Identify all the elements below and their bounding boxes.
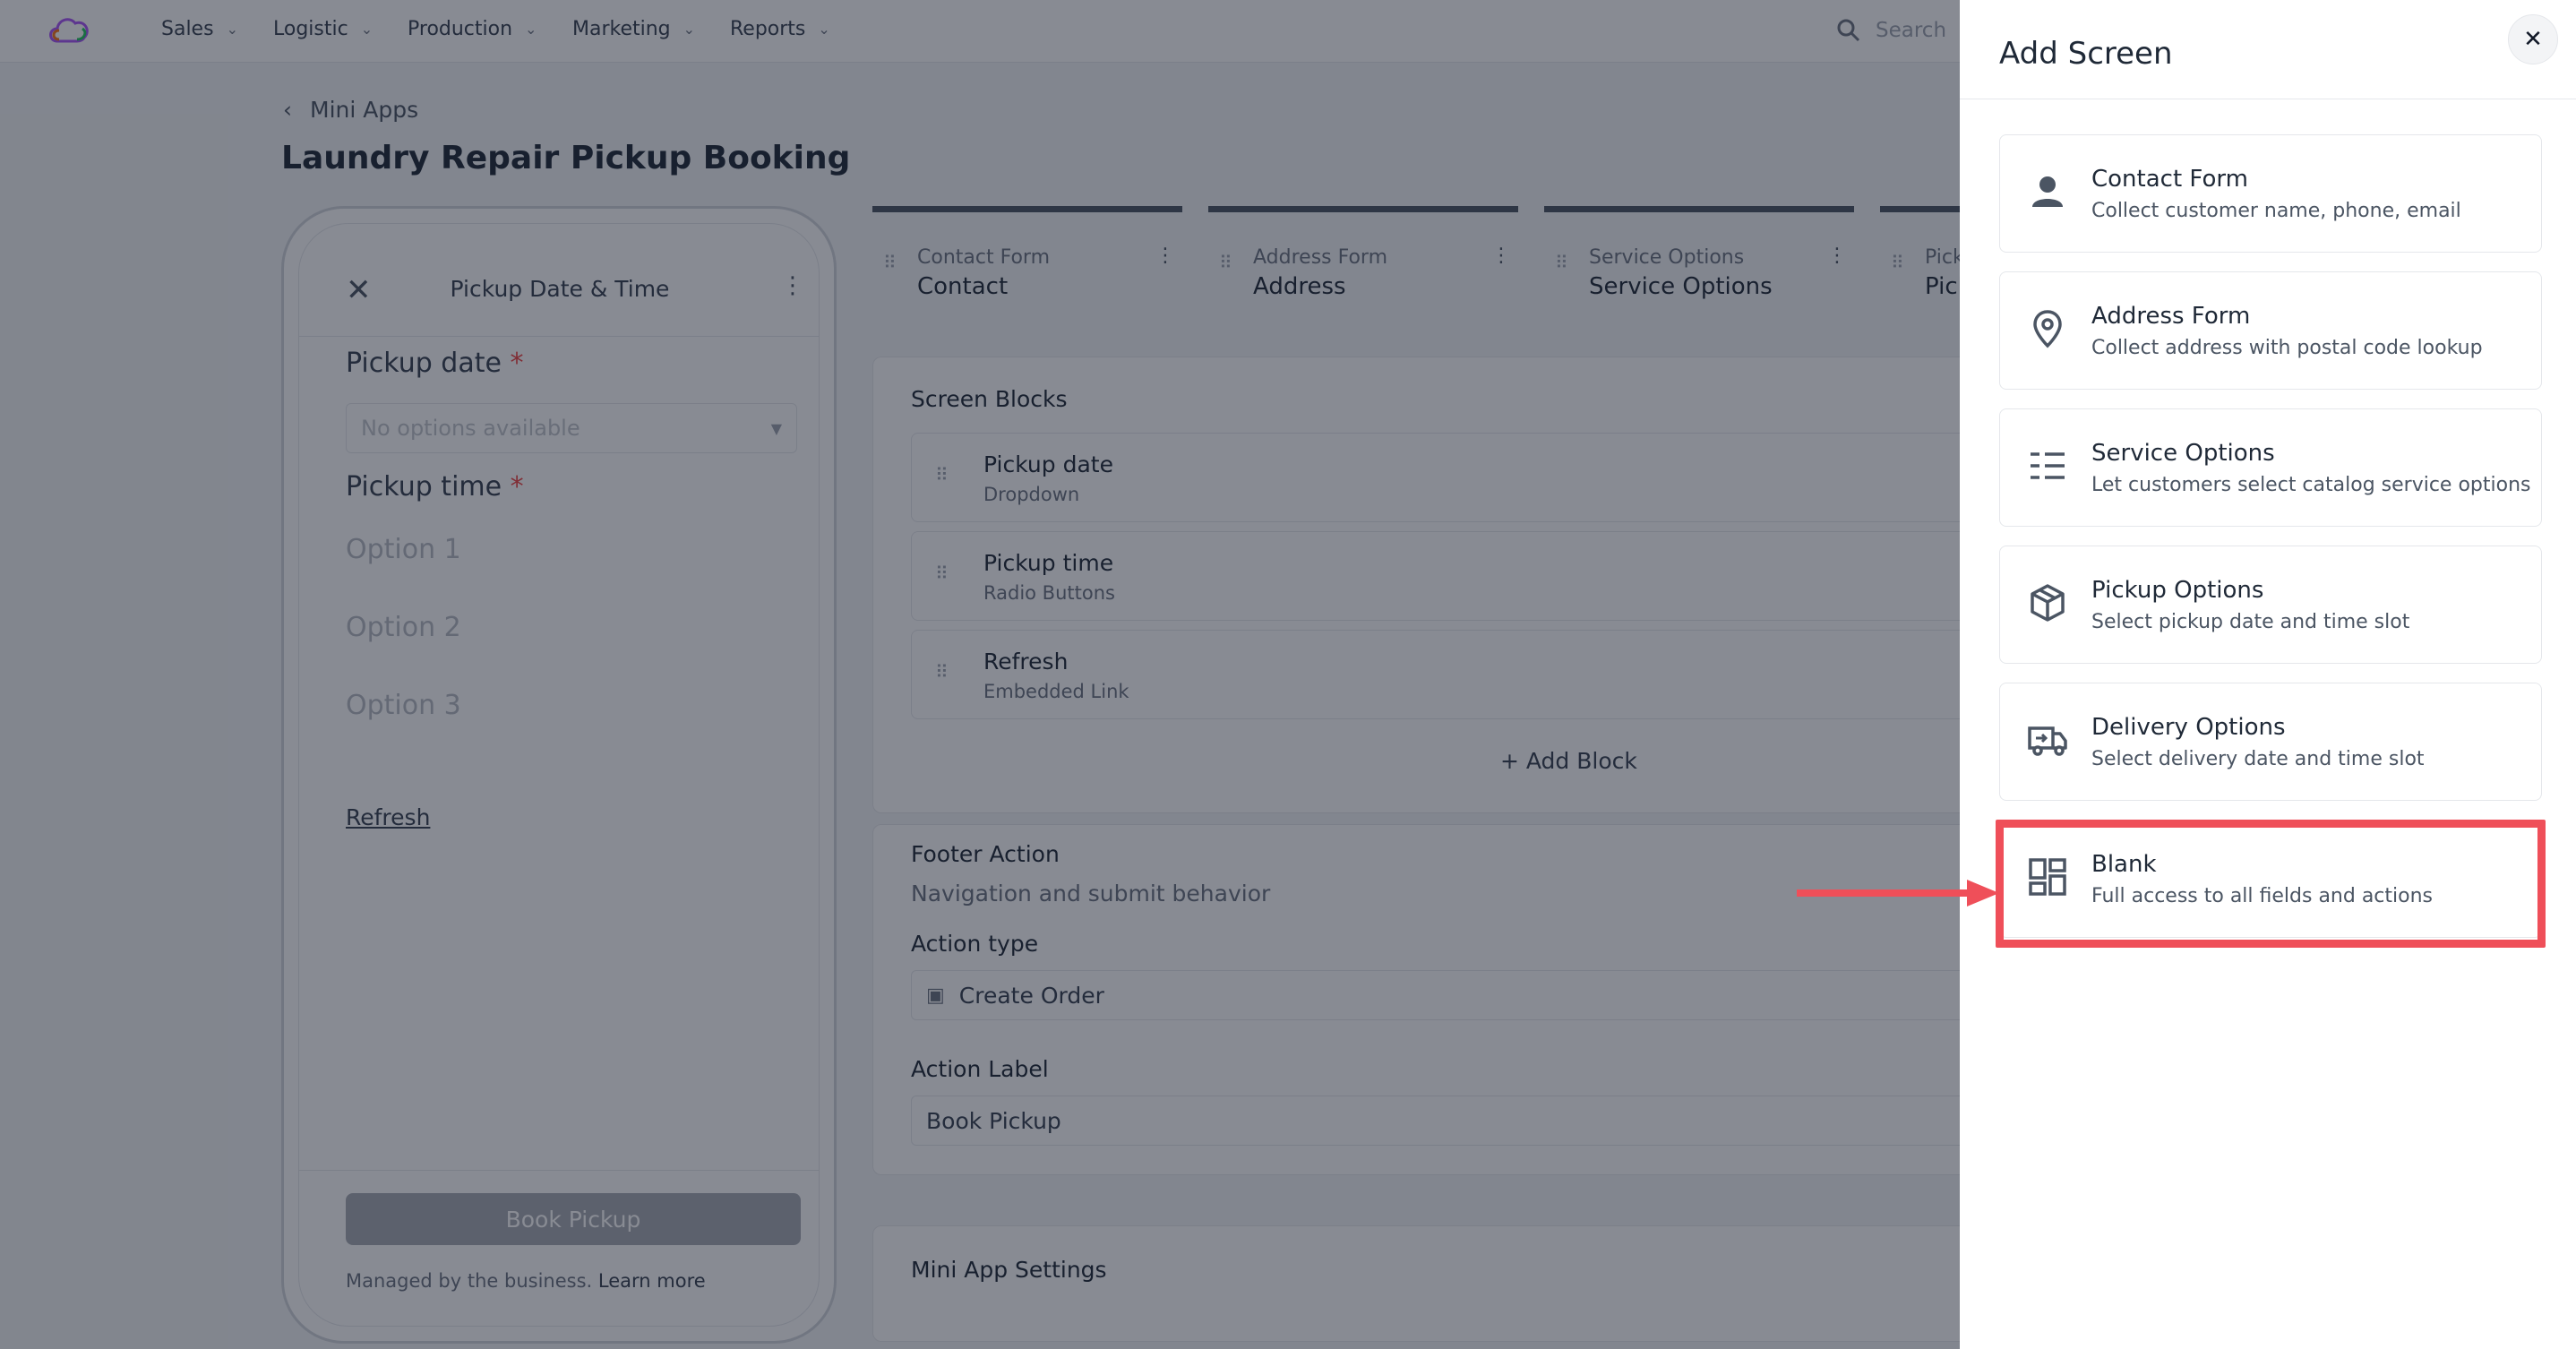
option-service-options[interactable]: Service Options Let customers select cat… <box>1999 408 2542 527</box>
person-icon <box>2032 176 2063 207</box>
option-title: Pickup Options <box>2091 577 2264 604</box>
option-title: Delivery Options <box>2091 714 2286 741</box>
package-icon <box>2031 584 2065 622</box>
option-description: Select delivery date and time slot <box>2091 748 2425 770</box>
drawer-title: Add Screen <box>1999 36 2173 72</box>
option-description: Collect customer name, phone, email <box>2091 200 2461 222</box>
close-button[interactable]: ✕ <box>2508 14 2558 64</box>
app-root: Sales ⌄ Logistic ⌄ Production ⌄ Marketin… <box>0 0 2576 1349</box>
option-description: Collect address with postal code lookup <box>2091 337 2483 359</box>
option-title: Address Form <box>2091 303 2251 330</box>
annotation-arrow-icon <box>1797 880 1999 906</box>
option-description: Let customers select catalog service opt… <box>2091 474 2531 496</box>
option-address-form[interactable]: Address Form Collect address with postal… <box>1999 271 2542 390</box>
highlight-box <box>1996 820 2546 948</box>
modal-overlay[interactable] <box>0 0 1960 1349</box>
location-pin-icon <box>2033 310 2062 348</box>
option-contact-form[interactable]: Contact Form Collect customer name, phon… <box>1999 134 2542 253</box>
option-delivery-options[interactable]: Delivery Options Select delivery date an… <box>1999 683 2542 801</box>
option-title: Service Options <box>2091 440 2275 467</box>
truck-icon <box>2028 726 2067 756</box>
add-screen-drawer: Add Screen ✕ Contact Form Collect custom… <box>1960 0 2576 1349</box>
option-title: Contact Form <box>2091 166 2248 193</box>
option-pickup-options[interactable]: Pickup Options Select pickup date and ti… <box>1999 546 2542 664</box>
list-icon <box>2031 452 2065 479</box>
close-icon: ✕ <box>2523 26 2543 53</box>
option-description: Select pickup date and time slot <box>2091 611 2410 633</box>
